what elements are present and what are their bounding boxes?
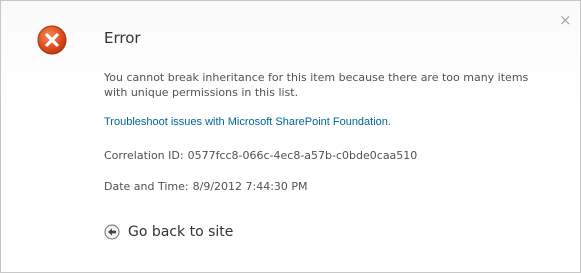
back-arrow-icon <box>104 224 120 240</box>
correlation-id-row: Correlation ID: 0577fcc8-066c-4ec8-a57b-c… <box>104 149 417 162</box>
troubleshoot-link[interactable]: Troubleshoot issues with Microsoft Share… <box>104 116 391 128</box>
date-time-label: Date and Time: <box>104 180 189 193</box>
correlation-id-value: 0577fcc8-066c-4ec8-a57b-c0bde0caa510 <box>187 149 418 162</box>
date-time-value: 8/9/2012 7:44:30 PM <box>192 180 308 193</box>
close-icon[interactable]: × <box>559 13 572 28</box>
go-back-label: Go back to site <box>128 224 234 240</box>
go-back-link[interactable]: Go back to site <box>104 223 233 241</box>
error-message: You cannot break inheritance for this it… <box>104 71 529 99</box>
error-title: Error <box>104 29 141 47</box>
error-dialog: × Error You cannot break inheritance for… <box>0 0 581 273</box>
error-icon <box>37 25 67 55</box>
correlation-id-label: Correlation ID: <box>104 149 184 162</box>
date-time-row: Date and Time: 8/9/2012 7:44:30 PM <box>104 180 308 193</box>
